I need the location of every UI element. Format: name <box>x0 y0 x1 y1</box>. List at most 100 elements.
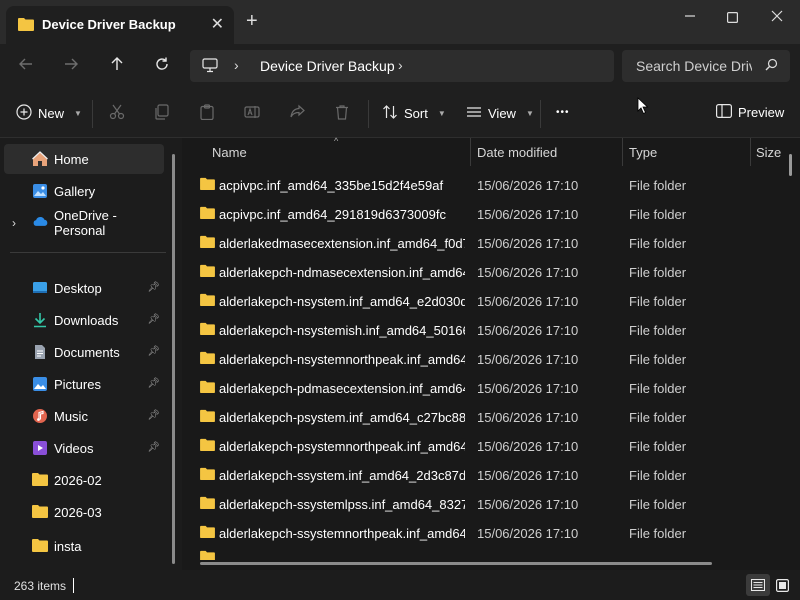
paste-icon[interactable] <box>199 104 215 120</box>
cut-icon[interactable] <box>109 104 125 120</box>
new-tab-button[interactable]: + <box>246 10 258 33</box>
column-header-type[interactable]: Type <box>629 138 657 166</box>
sidebar-item-2026-02[interactable]: 2026-02 <box>4 465 164 495</box>
table-row[interactable]: alderlakedmasecextension.inf_amd64_f0d7e… <box>182 228 782 257</box>
this-pc-icon[interactable] <box>202 58 218 76</box>
command-bar: New ▼ Sort ▼ View ▼ ••• Preview <box>0 90 800 138</box>
sidebar-item-2026-03[interactable]: 2026-03 <box>4 497 164 527</box>
copy-icon[interactable] <box>154 104 170 120</box>
sort-button[interactable]: Sort ▼ <box>382 104 446 123</box>
share-icon[interactable] <box>289 104 305 120</box>
more-options-button[interactable]: ••• <box>556 107 570 118</box>
table-row[interactable]: alderlakepch-pdmasecextension.inf_amd64_… <box>182 373 782 402</box>
new-button[interactable]: New ▼ <box>16 104 82 123</box>
table-row[interactable]: alderlakepch-psystem.inf_amd64_c27bc8858… <box>182 402 782 431</box>
tab-close-icon[interactable]: ✕ <box>211 14 224 34</box>
maximize-icon[interactable] <box>727 10 739 26</box>
table-row[interactable]: alderlakepch-ndmasecextension.inf_amd64_… <box>182 257 782 286</box>
document-icon <box>32 344 48 360</box>
column-header-name[interactable]: Name <box>212 138 247 166</box>
table-row[interactable]: alderlakepch-psystemnorthpeak.inf_amd64_… <box>182 431 782 460</box>
toolbar-divider <box>92 100 93 128</box>
file-date-modified: 15/06/2026 17:10 <box>477 294 579 309</box>
pin-icon[interactable]: 📌︎ <box>147 442 160 453</box>
preview-button-label: Preview <box>738 105 785 120</box>
vertical-scrollbar-thumb[interactable] <box>789 154 792 176</box>
close-icon[interactable] <box>771 9 783 25</box>
sidebar-item-pictures[interactable]: Pictures 📌︎ <box>4 369 164 399</box>
sidebar-item-label: Documents <box>54 344 120 360</box>
pin-icon[interactable]: 📌︎ <box>147 378 160 389</box>
gallery-icon <box>32 183 48 199</box>
sidebar-item-documents[interactable]: Documents 📌︎ <box>4 337 164 367</box>
folder-icon <box>200 550 215 560</box>
sidebar-item-home[interactable]: Home <box>4 144 164 174</box>
table-row[interactable]: acpivpc.inf_amd64_335be15d2f4e59af 15/06/… <box>182 170 782 199</box>
large-icons-view-button[interactable] <box>770 574 794 596</box>
breadcrumb-item-device-driver-backup[interactable]: Device Driver Backup <box>260 58 395 74</box>
file-type: File folder <box>629 468 687 483</box>
sidebar-item-music[interactable]: Music 📌︎ <box>4 401 164 431</box>
sort-ascending-icon: ^ <box>334 136 339 146</box>
sidebar-item-downloads[interactable]: Downloads 📌︎ <box>4 305 164 335</box>
table-row[interactable]: acpivpc.inf_amd64_291819d6373009fc 15/06/… <box>182 199 782 228</box>
pin-icon[interactable]: 📌︎ <box>147 410 160 421</box>
table-row[interactable]: alderlakepch-ssystemlpss.inf_amd64_83277… <box>182 489 782 518</box>
cloud-icon <box>32 215 48 231</box>
details-view-icon <box>751 579 765 591</box>
rename-icon[interactable] <box>244 104 260 120</box>
table-row[interactable]: alderlakepch-nsystemnorthpeak.inf_amd64_… <box>182 344 782 373</box>
search-box[interactable]: Search Device Drive <box>622 50 790 82</box>
sidebar-item-label: Gallery <box>54 183 96 199</box>
preview-button[interactable]: Preview <box>716 104 784 121</box>
up-arrow-icon[interactable] <box>109 56 125 77</box>
expand-chevron-icon[interactable]: › <box>12 216 16 230</box>
table-row[interactable]: alderlakepch-nsystemish.inf_amd64_501669… <box>182 315 782 344</box>
folder-icon <box>32 538 48 554</box>
column-resize-handle[interactable] <box>470 138 471 166</box>
sidebar-item-videos[interactable]: Videos 📌︎ <box>4 433 164 463</box>
file-type: File folder <box>629 381 687 396</box>
breadcrumb-chevron-icon[interactable]: › <box>398 57 403 73</box>
folder-icon <box>200 380 215 396</box>
refresh-icon[interactable] <box>154 56 170 77</box>
chevron-down-icon: ▼ <box>74 109 82 118</box>
table-row[interactable]: alderlakepch-ssystem.inf_amd64_2d3c87d45… <box>182 460 782 489</box>
sidebar-scrollbar[interactable] <box>172 154 175 564</box>
pin-icon[interactable]: 📌︎ <box>147 314 160 325</box>
sidebar-item-desktop[interactable]: Desktop 📌︎ <box>4 273 164 303</box>
sidebar-item-gallery[interactable]: Gallery <box>4 176 164 206</box>
sidebar-item-label: Pictures <box>54 376 101 392</box>
column-resize-handle[interactable] <box>622 138 623 166</box>
search-input[interactable]: Search Device Drive <box>636 58 752 74</box>
breadcrumb-chevron-icon[interactable]: › <box>234 57 239 73</box>
table-row-partial[interactable] <box>182 540 782 560</box>
folder-icon <box>200 293 215 309</box>
delete-icon[interactable] <box>334 104 350 120</box>
minimize-icon[interactable] <box>684 4 696 27</box>
horizontal-scrollbar-thumb[interactable] <box>200 562 712 565</box>
search-icon <box>765 58 778 74</box>
folder-icon <box>200 351 215 367</box>
sidebar-item-insta[interactable]: insta <box>4 531 164 561</box>
column-header-date-modified[interactable]: Date modified <box>477 138 557 166</box>
column-resize-handle[interactable] <box>750 138 751 166</box>
pin-icon[interactable]: 📌︎ <box>147 282 160 293</box>
forward-arrow-icon[interactable] <box>63 56 79 77</box>
folder-icon <box>200 206 215 222</box>
sidebar-item-onedrive[interactable]: › OneDrive - Personal <box>4 208 164 238</box>
folder-icon <box>200 177 215 193</box>
navigation-pane: Home Gallery › OneDrive - Personal Deskt… <box>0 138 182 570</box>
file-name: alderlakepch-ssystem.inf_amd64_2d3c87d45… <box>219 468 465 483</box>
mouse-cursor-icon <box>637 97 649 118</box>
details-view-button[interactable] <box>746 574 770 596</box>
column-header-size[interactable]: Size <box>756 138 781 166</box>
tab-device-driver-backup[interactable]: Device Driver Backup ✕ <box>6 6 234 44</box>
sort-icon <box>382 104 398 123</box>
item-count: 263 items <box>14 579 67 593</box>
back-arrow-icon[interactable] <box>18 56 34 77</box>
view-button[interactable]: View ▼ <box>466 104 534 123</box>
breadcrumb[interactable]: › Device Driver Backup › <box>190 50 614 82</box>
pin-icon[interactable]: 📌︎ <box>147 346 160 357</box>
table-row[interactable]: alderlakepch-nsystem.inf_amd64_e2d030de2… <box>182 286 782 315</box>
